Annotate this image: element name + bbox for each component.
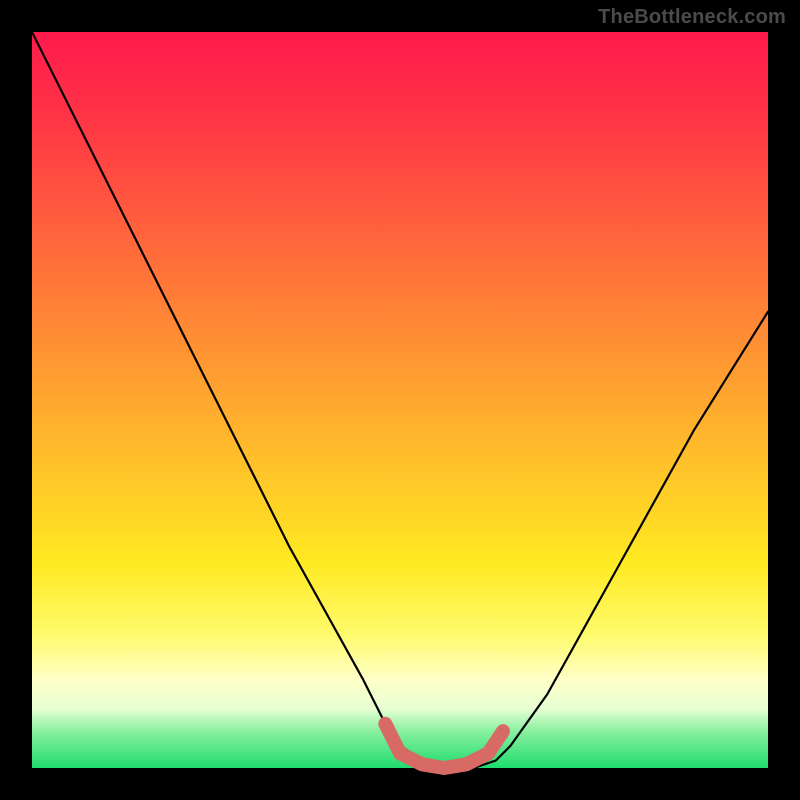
chart-plot-area	[32, 32, 768, 768]
optimal-band	[385, 724, 503, 768]
chart-frame: TheBottleneck.com	[0, 0, 800, 800]
watermark-label: TheBottleneck.com	[598, 6, 786, 29]
chart-svg	[32, 32, 768, 768]
bottleneck-curve	[32, 32, 768, 768]
